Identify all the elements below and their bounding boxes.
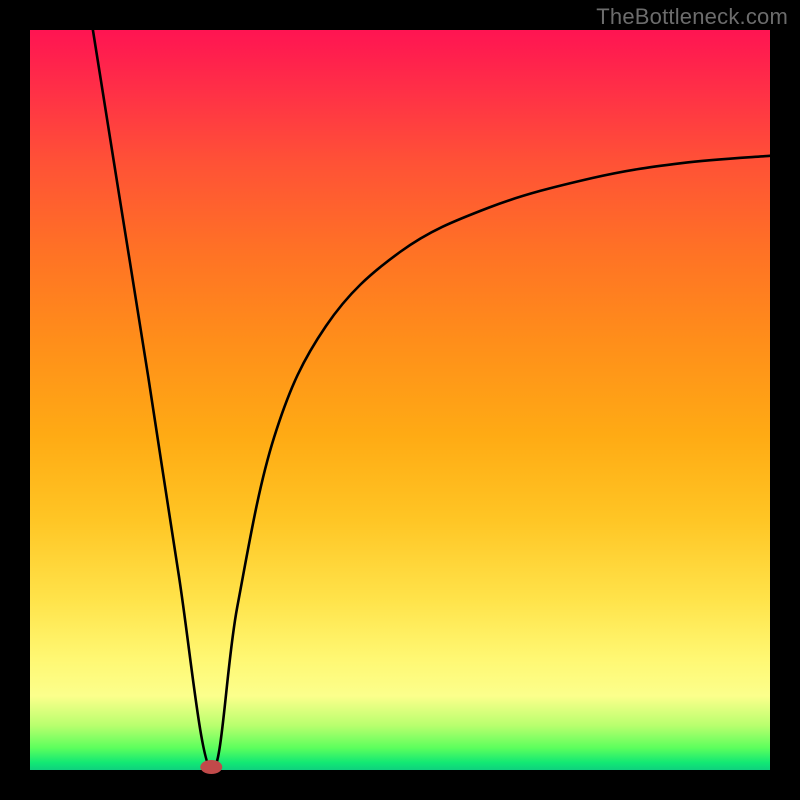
watermark-text: TheBottleneck.com [596, 4, 788, 30]
plot-area [30, 30, 770, 770]
minimum-marker [200, 760, 222, 774]
chart-frame: TheBottleneck.com [0, 0, 800, 800]
bottleneck-curve [93, 30, 770, 770]
curve-layer [30, 30, 770, 770]
